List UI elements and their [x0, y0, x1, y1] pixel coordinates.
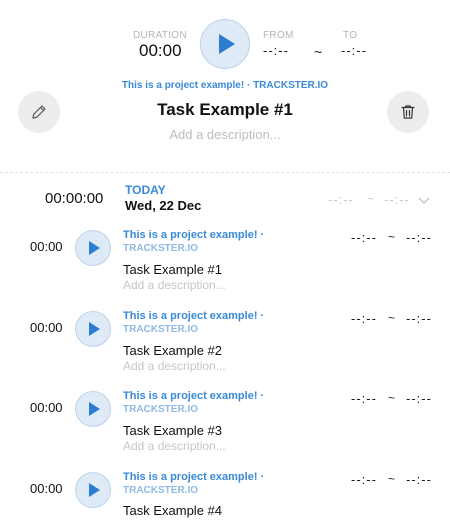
- time-entry[interactable]: 00:00 This is a project example! · TRACK…: [0, 389, 450, 459]
- entry-play-button[interactable]: [75, 230, 111, 266]
- day-range-separator: ~: [367, 192, 375, 206]
- entry-to-time[interactable]: --:--: [406, 230, 432, 245]
- entry-to-time[interactable]: --:--: [406, 472, 432, 487]
- entry-project-owner: TRACKSTER.IO: [123, 404, 198, 415]
- description-input[interactable]: Add a description...: [0, 127, 450, 142]
- entry-project[interactable]: This is a project example! ·: [123, 390, 264, 402]
- entry-range-separator: ~: [388, 391, 396, 405]
- start-timer-button[interactable]: [200, 19, 250, 69]
- entry-description[interactable]: Add a description...: [123, 359, 226, 373]
- entry-project-owner: TRACKSTER.IO: [123, 243, 198, 254]
- entry-project[interactable]: This is a project example! ·: [123, 229, 264, 241]
- entry-title[interactable]: Task Example #4: [123, 503, 222, 518]
- entry-play-button[interactable]: [75, 391, 111, 427]
- entry-project[interactable]: This is a project example! ·: [123, 471, 264, 483]
- time-entry[interactable]: 00:00 This is a project example! · TRACK…: [0, 470, 450, 520]
- project-owner: TRACKSTER.IO: [253, 80, 329, 91]
- from-label: FROM: [263, 30, 294, 41]
- entry-from-time[interactable]: --:--: [351, 311, 377, 326]
- entry-project-owner: TRACKSTER.IO: [123, 485, 198, 496]
- entry-title[interactable]: Task Example #2: [123, 343, 222, 358]
- entry-title[interactable]: Task Example #3: [123, 423, 222, 438]
- day-to-time: --:--: [384, 192, 410, 207]
- to-time-input[interactable]: --:--: [341, 43, 367, 58]
- entry-duration: 00:00: [30, 400, 63, 415]
- task-title-input[interactable]: Task Example #1: [0, 100, 450, 120]
- duration-value: 00:00: [139, 41, 182, 60]
- play-icon: [89, 483, 100, 497]
- time-entry[interactable]: 00:00 This is a project example! · TRACK…: [0, 228, 450, 298]
- entry-title[interactable]: Task Example #1: [123, 262, 222, 277]
- project-separator: ·: [246, 80, 251, 91]
- play-icon: [219, 34, 235, 54]
- day-label: TODAY: [125, 183, 166, 197]
- day-date: Wed, 22 Dec: [125, 198, 202, 213]
- chevron-down-icon: [418, 197, 430, 204]
- entry-project-owner: TRACKSTER.IO: [123, 324, 198, 335]
- day-expand-button[interactable]: [418, 193, 430, 211]
- entry-project[interactable]: This is a project example! ·: [123, 310, 264, 322]
- entry-range-separator: ~: [388, 472, 396, 486]
- entry-duration: 00:00: [30, 239, 63, 254]
- entry-to-time[interactable]: --:--: [406, 311, 432, 326]
- day-total-duration: 00:00:00: [45, 190, 104, 207]
- project-name: This is a project example!: [121, 80, 245, 91]
- entry-play-button[interactable]: [75, 311, 111, 347]
- from-time-input[interactable]: --:--: [263, 43, 289, 58]
- project-selector[interactable]: This is a project example! · TRACKSTER.I…: [0, 80, 450, 91]
- delete-button[interactable]: [387, 91, 429, 133]
- entry-description[interactable]: Add a description...: [123, 278, 226, 292]
- to-label: TO: [343, 30, 358, 41]
- section-divider: [0, 172, 450, 173]
- play-icon: [89, 402, 100, 416]
- entry-duration: 00:00: [30, 320, 63, 335]
- entry-from-time[interactable]: --:--: [351, 230, 377, 245]
- play-icon: [89, 322, 100, 336]
- entry-from-time[interactable]: --:--: [351, 391, 377, 406]
- entry-duration: 00:00: [30, 481, 63, 496]
- trash-icon: [401, 105, 415, 119]
- entry-play-button[interactable]: [75, 472, 111, 508]
- entry-description[interactable]: Add a description...: [123, 439, 226, 453]
- entry-range-separator: ~: [388, 311, 396, 325]
- entry-to-time[interactable]: --:--: [406, 391, 432, 406]
- time-entry[interactable]: 00:00 This is a project example! · TRACK…: [0, 309, 450, 379]
- duration-label: DURATION: [133, 30, 187, 41]
- range-separator: ~: [314, 44, 323, 60]
- play-icon: [89, 241, 100, 255]
- day-from-time: --:--: [328, 192, 354, 207]
- entry-from-time[interactable]: --:--: [351, 472, 377, 487]
- entry-range-separator: ~: [388, 230, 396, 244]
